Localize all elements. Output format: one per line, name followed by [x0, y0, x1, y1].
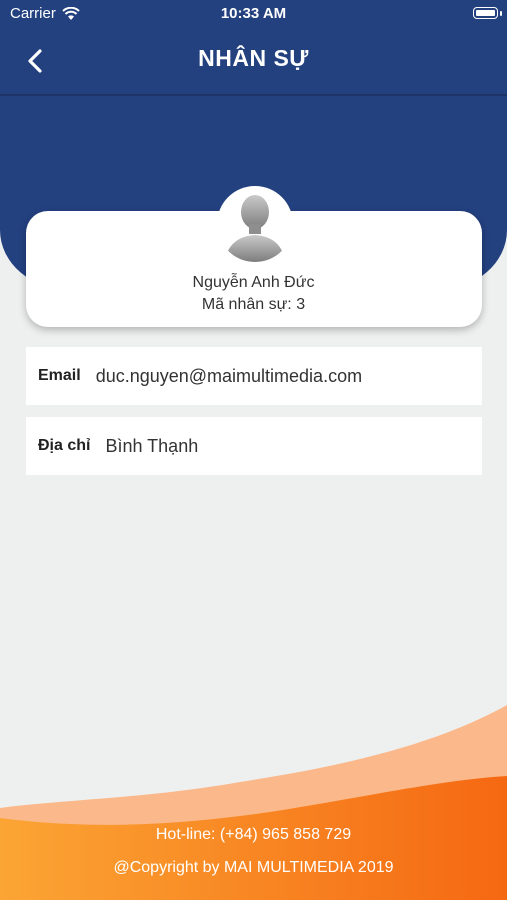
address-value: Bình Thạnh: [105, 435, 199, 456]
employee-id-value: 3: [296, 296, 306, 313]
footer-hotline[interactable]: Hot-line: (+84) 965 858 729: [0, 826, 507, 844]
footer-copyright: @Copyright by MAI MULTIMEDIA 2019: [113, 859, 394, 876]
employee-name: Nguyễn Anh Đức: [192, 274, 315, 291]
battery-icon: [473, 7, 498, 19]
battery-tip: [500, 11, 502, 16]
email-value[interactable]: duc.nguyen@maimultimedia.com: [96, 366, 362, 387]
status-time: 10:33 AM: [220, 5, 287, 22]
address-row: Địa chỉ Bình Thạnh: [26, 417, 482, 475]
email-label: Email: [38, 367, 81, 384]
employee-id: Mã nhân sự: 3: [0, 296, 507, 314]
user-silhouette-icon: [225, 195, 285, 262]
nav-divider: [0, 94, 507, 96]
email-row: Email duc.nguyen@maimultimedia.com: [26, 347, 482, 405]
address-label: Địa chỉ: [38, 437, 91, 454]
status-bar: Carrier 10:33 AM: [0, 0, 507, 28]
employee-id-label: Mã nhân sự:: [201, 296, 292, 313]
avatar: [217, 186, 293, 262]
page-title: NHÂN SỰ: [198, 45, 309, 71]
